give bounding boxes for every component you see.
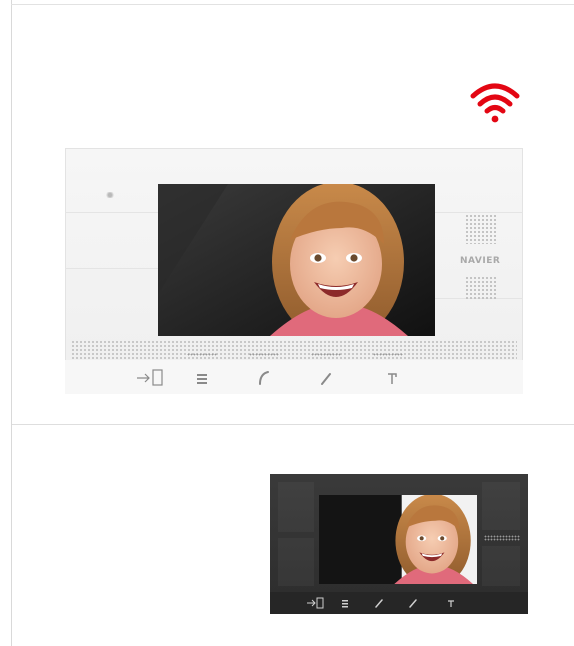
speaker-grille-bottom (465, 276, 497, 300)
phone-hangup-icon[interactable] (408, 596, 418, 610)
child-face-illustration (158, 184, 435, 336)
menu-icon[interactable] (340, 596, 350, 610)
wifi-icon (470, 83, 520, 123)
camera-sensor (105, 192, 115, 198)
panel-tile (482, 546, 520, 586)
white-monitor-image: NAVIER (65, 148, 523, 394)
phone-hangup-icon[interactable] (319, 368, 333, 388)
panel-seam (65, 212, 158, 213)
panel-tile (278, 482, 314, 532)
unlock-icon[interactable] (385, 368, 399, 388)
button-indicator (373, 353, 403, 356)
button-indicator (187, 353, 217, 356)
button-indicator (311, 353, 341, 356)
panel-tile (278, 538, 314, 586)
phone-answer-icon[interactable] (257, 368, 271, 388)
middle-divider (12, 424, 574, 425)
speaker-grille-top (465, 214, 497, 244)
panel-seam (65, 268, 158, 269)
button-indicator (249, 353, 279, 356)
panel-seam (435, 212, 523, 213)
child-face-illustration (319, 495, 477, 584)
door-open-icon[interactable] (304, 596, 326, 610)
top-divider (11, 4, 574, 5)
dark-monitor-screen (319, 495, 477, 584)
door-open-icon[interactable] (133, 368, 167, 388)
monitor-screen (158, 184, 435, 336)
menu-icon[interactable] (195, 368, 209, 388)
unlock-icon[interactable] (446, 596, 456, 610)
dark-monitor-image (270, 474, 528, 614)
phone-answer-icon[interactable] (374, 596, 384, 610)
panel-tile (482, 482, 520, 530)
brand-logo: NAVIER (460, 256, 501, 266)
dark-brand-strip (484, 535, 520, 541)
bottom-grille (71, 340, 517, 360)
